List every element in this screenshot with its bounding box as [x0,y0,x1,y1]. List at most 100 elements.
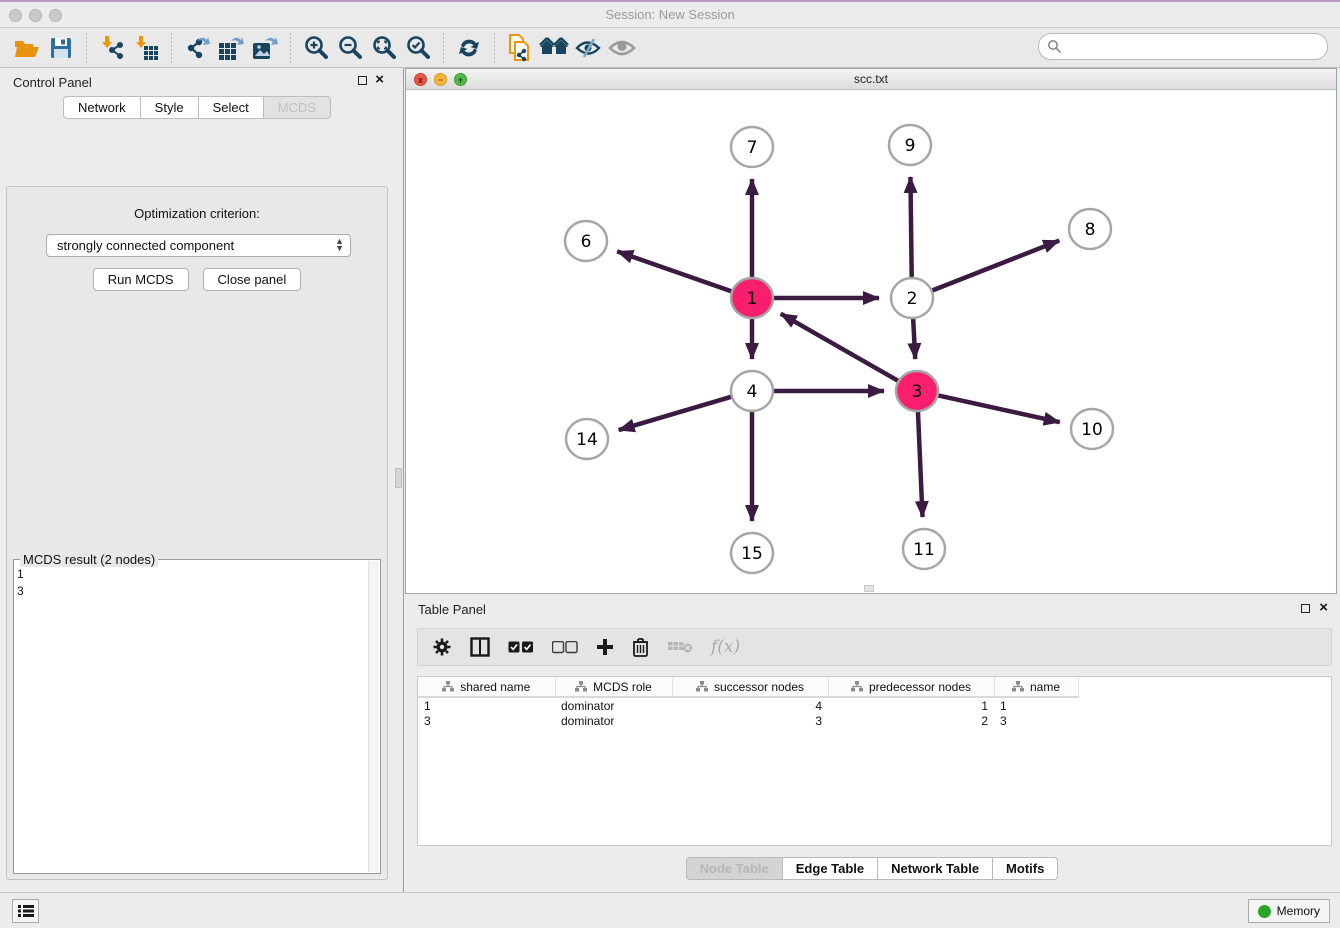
svg-text:9: 9 [905,136,916,156]
close-panel-icon[interactable]: × [375,74,384,86]
graph-node-7[interactable]: 7 [731,127,773,167]
toolbar-separator [494,33,495,63]
graph-edge-2-8[interactable] [931,241,1060,292]
result-scrollbar[interactable] [368,561,379,872]
graph-edge-1-6[interactable] [617,251,733,291]
float-panel-icon[interactable] [358,76,367,85]
show-columns-button[interactable] [470,637,490,657]
import-table-button[interactable] [129,32,163,64]
delete-table-button[interactable] [667,639,693,655]
control-panel: Control Panel × NetworkStyleSelectMCDS O… [0,68,394,892]
function-builder-button[interactable]: f(x) [711,637,740,657]
close-panel-button[interactable]: Close panel [203,268,302,291]
search-input[interactable] [1062,40,1319,54]
graph-node-9[interactable]: 9 [889,125,931,165]
task-history-button[interactable] [12,899,39,923]
network-close-icon[interactable]: x [414,73,427,86]
clone-network-button[interactable] [503,32,537,64]
network-maximize-icon[interactable]: + [454,73,467,86]
save-session-button[interactable] [44,32,78,64]
tab-network[interactable]: Network [63,96,141,119]
tab-select[interactable]: Select [199,96,264,119]
graph-edge-2-9[interactable] [910,177,911,279]
graph-edge-3-1[interactable] [781,314,900,382]
divider-grip[interactable] [395,468,402,488]
table-row[interactable]: 3dominator323 [418,713,1078,729]
tab-mcds[interactable]: MCDS [264,96,331,119]
panel-divider[interactable] [394,68,404,892]
first-neighbors-button[interactable] [537,32,571,64]
table-cell[interactable]: 3 [418,713,555,729]
float-table-panel-icon[interactable] [1301,604,1310,613]
title-bar: Session: New Session [0,2,1340,28]
column-header-successor-nodes[interactable]: successor nodes [672,677,828,697]
graph-node-4[interactable]: 4 [731,371,773,411]
export-image-button[interactable] [248,32,282,64]
table-cell[interactable]: 3 [672,713,828,729]
select-all-button[interactable] [508,641,534,654]
zoom-in-icon [303,35,329,61]
graph-edge-2-3[interactable] [913,317,915,359]
zoom-selected-button[interactable] [401,32,435,64]
tab-motifs[interactable]: Motifs [993,857,1058,880]
svg-text:14: 14 [576,430,598,450]
zoom-fit-button[interactable] [367,32,401,64]
column-header-MCDS-role[interactable]: MCDS role [555,677,672,697]
tab-node-table[interactable]: Node Table [686,857,783,880]
table-cell[interactable]: dominator [555,713,672,729]
uncheck-all-icon [552,641,578,654]
delete-column-button[interactable] [632,637,649,657]
tab-edge-table[interactable]: Edge Table [783,857,878,880]
mcds-result-text[interactable]: 1 3 [17,566,366,870]
import-network-button[interactable] [95,32,129,64]
network-split-grip[interactable] [864,585,874,592]
plus-icon [596,638,614,656]
preview-eye-button[interactable] [605,32,639,64]
graph-node-1[interactable]: 1 [731,278,773,318]
graph-node-14[interactable]: 14 [566,419,608,459]
graph-node-10[interactable]: 10 [1071,409,1113,449]
export-table-button[interactable] [214,32,248,64]
open-session-button[interactable] [10,32,44,64]
graph-node-2[interactable]: 2 [891,278,933,318]
network-canvas[interactable]: 7 9 6 8 1 2 4 3 14 10 15 11 [406,90,1336,593]
tab-style[interactable]: Style [141,96,199,119]
add-column-button[interactable] [596,638,614,656]
graph-node-6[interactable]: 6 [565,221,607,261]
export-network-button[interactable] [180,32,214,64]
graph-node-3[interactable]: 3 [896,371,938,411]
table-cell[interactable]: 4 [672,697,828,713]
table-cell[interactable]: 2 [828,713,994,729]
graph-node-8[interactable]: 8 [1069,209,1111,249]
close-table-panel-icon[interactable]: × [1319,602,1328,614]
graph-node-11[interactable]: 11 [903,529,945,569]
graph-edge-3-11[interactable] [918,410,923,517]
column-header-shared-name[interactable]: shared name [418,677,555,697]
memory-status-icon [1258,905,1271,918]
zoom-out-button[interactable] [333,32,367,64]
column-header-predecessor-nodes[interactable]: predecessor nodes [828,677,994,697]
graph-node-15[interactable]: 15 [731,533,773,573]
table-cell[interactable]: dominator [555,697,672,713]
table-cell[interactable]: 1 [828,697,994,713]
graph-edge-3-10[interactable] [937,395,1060,422]
table-cell[interactable]: 1 [994,697,1078,713]
search-field[interactable] [1038,33,1328,60]
table-row[interactable]: 1dominator411 [418,697,1078,713]
graph-edge-4-14[interactable] [619,396,733,430]
network-window-titlebar[interactable]: x − + scc.txt [406,69,1336,90]
table-settings-button[interactable] [432,637,452,657]
column-header-name[interactable]: name [994,677,1078,697]
deselect-all-button[interactable] [552,641,578,654]
criterion-dropdown[interactable]: strongly connected component ▲▼ [46,234,351,257]
network-minimize-icon[interactable]: − [434,73,447,86]
table-cell[interactable]: 1 [418,697,555,713]
run-mcds-button[interactable]: Run MCDS [93,268,189,291]
zoom-in-button[interactable] [299,32,333,64]
show-hide-graphics-button[interactable] [571,32,605,64]
memory-button[interactable]: Memory [1248,899,1330,923]
apply-layout-button[interactable] [452,32,486,64]
session-title: Session: New Session [0,7,1340,22]
table-cell[interactable]: 3 [994,713,1078,729]
tab-network-table[interactable]: Network Table [878,857,993,880]
